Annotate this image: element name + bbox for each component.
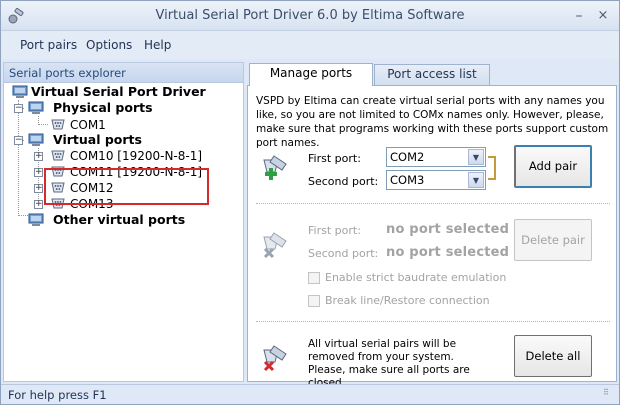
explorer-header: Serial ports explorer: [4, 63, 243, 83]
separator: [256, 321, 610, 322]
pair-bracket: [488, 156, 496, 180]
break-line-label: Break line/Restore connection: [325, 294, 490, 307]
collapse-physical-icon[interactable]: −: [14, 104, 23, 113]
separator: [256, 203, 610, 204]
expand-com10-icon[interactable]: +: [34, 152, 43, 161]
first-port-label: First port:: [308, 152, 361, 165]
minimize-button[interactable]: –: [569, 7, 589, 25]
status-text: For help press F1: [8, 388, 107, 402]
first-port-select[interactable]: COM2 ▼: [386, 147, 486, 167]
del-first-port-label: First port:: [308, 224, 361, 237]
tree-root-label: Virtual Serial Port Driver: [31, 84, 206, 99]
resize-grip-icon[interactable]: ⠿: [603, 389, 615, 401]
computer-icon: [28, 101, 44, 114]
title-bar[interactable]: Virtual Serial Port Driver 6.0 by Eltima…: [1, 1, 619, 31]
physical-ports-label: Physical ports: [53, 100, 153, 115]
delete-all-icon: [263, 345, 287, 372]
second-port-value: COM3: [390, 173, 425, 187]
expand-com11-icon[interactable]: +: [34, 168, 43, 177]
window-title: Virtual Serial Port Driver 6.0 by Eltima…: [155, 8, 465, 23]
add-pair-icon: [263, 155, 287, 180]
del-first-port-value: no port selected: [386, 222, 510, 237]
expand-com12-icon[interactable]: +: [34, 184, 43, 193]
port-label: COM1: [70, 118, 106, 132]
expand-com13-icon[interactable]: +: [34, 200, 43, 209]
delete-pair-button[interactable]: Delete pair: [514, 219, 592, 261]
computer-icon: [12, 85, 28, 98]
del-second-port-label: Second port:: [308, 247, 379, 260]
manage-ports-panel: VSPD by Eltima can create virtual serial…: [247, 85, 617, 389]
add-pair-button[interactable]: Add pair: [514, 145, 592, 188]
description-text: VSPD by Eltima can create virtual serial…: [256, 95, 609, 149]
tab-manage-ports[interactable]: Manage ports: [249, 63, 373, 86]
del-second-port-value: no port selected: [386, 245, 510, 260]
chevron-down-icon[interactable]: ▼: [468, 172, 484, 188]
delete-all-button[interactable]: Delete all: [514, 335, 592, 377]
close-button[interactable]: ×: [593, 7, 613, 25]
delete-all-description: All virtual serial pairs will be removed…: [308, 338, 470, 389]
chevron-down-icon[interactable]: ▼: [468, 149, 484, 165]
first-port-value: COM2: [390, 150, 425, 164]
collapse-virtual-icon[interactable]: −: [14, 136, 23, 145]
port-label: COM10 [19200-N-8-1]: [70, 149, 203, 163]
computer-icon: [28, 133, 44, 146]
highlight-annotation: [44, 168, 209, 205]
tab-port-access-list[interactable]: Port access list: [374, 64, 490, 85]
strict-baudrate-checkbox[interactable]: [308, 272, 320, 284]
serial-port-icon: [51, 119, 65, 130]
second-port-select[interactable]: COM3 ▼: [386, 170, 486, 190]
strict-baudrate-label: Enable strict baudrate emulation: [325, 271, 507, 284]
menu-port-pairs[interactable]: Port pairs: [20, 38, 77, 52]
menu-options[interactable]: Options: [86, 38, 132, 52]
computer-icon: [28, 213, 44, 226]
serial-ports-explorer: Serial ports explorer Virtual Serial Por…: [3, 62, 244, 382]
right-pane: Manage ports Port access list VSPD by El…: [247, 62, 617, 389]
menu-help[interactable]: Help: [144, 38, 171, 52]
app-window: Virtual Serial Port Driver 6.0 by Eltima…: [0, 0, 620, 405]
break-line-checkbox[interactable]: [308, 295, 320, 307]
delete-pair-icon: [263, 232, 287, 259]
menu-bar: Port pairs Options Help: [1, 31, 619, 59]
serial-port-icon: [51, 150, 65, 161]
second-port-label: Second port:: [308, 175, 379, 188]
ports-tree: Virtual Serial Port Driver − Physical po…: [4, 84, 243, 381]
other-virtual-ports-label: Other virtual ports: [53, 212, 186, 227]
virtual-ports-label: Virtual ports: [53, 132, 142, 147]
status-bar: For help press F1 ⠿: [1, 384, 619, 404]
